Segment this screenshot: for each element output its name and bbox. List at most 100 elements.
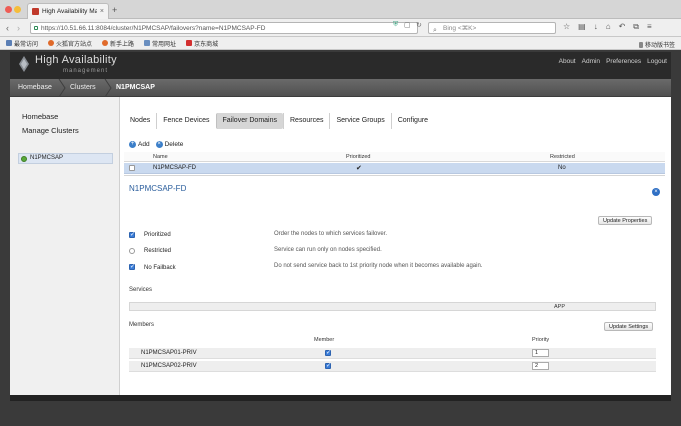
row-select-checkbox[interactable]	[129, 165, 135, 171]
member-row: N1PMCSAP01-PRIV 1	[129, 348, 656, 359]
cluster-tabs: Nodes Fence Devices Failover Domains Res…	[124, 113, 434, 129]
delete-icon: ×	[155, 141, 163, 148]
members-header: Member Priority	[129, 337, 656, 345]
column-header-name[interactable]: Name	[153, 154, 168, 160]
new-tab-icon[interactable]: +	[112, 5, 117, 15]
top-nav: About Admin Preferences Logout	[559, 58, 667, 65]
member-checkbox[interactable]	[325, 349, 331, 356]
search-icon: ⌕	[433, 27, 437, 34]
bookmark-item[interactable]: 新手上路	[102, 39, 134, 48]
update-properties-button[interactable]: Update Properties	[598, 216, 653, 225]
tab-fence-devices[interactable]: Fence Devices	[156, 113, 215, 129]
brand-title: High Availability	[35, 54, 117, 66]
home-icon[interactable]: ⌂	[606, 22, 611, 32]
update-settings-button[interactable]: Update Settings	[604, 322, 654, 331]
service-item[interactable]: APP	[554, 303, 565, 311]
browser-nav-bar: ‹ › https://10.51.66.11:8084/cluster/N1P…	[0, 19, 681, 37]
services-label: Services	[129, 287, 153, 293]
row-name: N1PMCSAP-FD	[153, 165, 197, 171]
tab-resources[interactable]: Resources	[283, 113, 329, 129]
bookmark-item[interactable]: 火狐官方站点	[48, 39, 92, 48]
add-button[interactable]: + Add	[129, 141, 150, 148]
favicon-icon	[32, 8, 39, 15]
tab-service-groups[interactable]: Service Groups	[329, 113, 390, 129]
column-header-member: Member	[314, 337, 335, 343]
member-row: N1PMCSAP02-PRIV 2	[129, 361, 656, 372]
clipboard-icon[interactable]: ▤	[578, 22, 586, 32]
main-panel: Nodes Fence Devices Failover Domains Res…	[120, 97, 671, 395]
nav-logout-link[interactable]: Logout	[647, 58, 667, 65]
sidebar-cluster-label: N1PMCSAP	[30, 155, 64, 161]
brand-subtitle: management	[63, 68, 109, 74]
breadcrumb-separator-icon	[58, 79, 66, 97]
column-header-prioritized[interactable]: Prioritized	[346, 154, 370, 160]
breadcrumb: Homebase Clusters N1PMCSAP	[10, 79, 671, 97]
add-icon: +	[129, 141, 136, 148]
detail-title: N1PMCSAP-FD	[129, 184, 187, 193]
sidebar-cluster-item[interactable]: N1PMCSAP	[18, 153, 113, 164]
shield-icon[interactable]: ⛨	[393, 21, 398, 29]
table-row[interactable]: N1PMCSAP-FD ✔ No	[124, 163, 665, 174]
no-failback-description: Do not send service back to 1st priority…	[274, 263, 483, 269]
app-header: High Availability management About Admin…	[10, 52, 671, 79]
delete-button[interactable]: × Delete	[155, 141, 183, 148]
download-icon[interactable]: ↓	[594, 22, 598, 32]
tab-failover-domains[interactable]: Failover Domains	[215, 113, 283, 129]
services-list: APP	[129, 302, 656, 311]
members-label: Members	[129, 322, 155, 328]
nav-preferences-link[interactable]: Preferences	[606, 58, 641, 65]
restricted-checkbox[interactable]	[129, 248, 135, 254]
reload-icon[interactable]: ↻	[416, 21, 422, 29]
domain-detail-panel: N1PMCSAP-FD × Update Properties Prioriti…	[124, 175, 665, 391]
url-text: https://10.51.66.11:8084/cluster/N1PMCSA…	[41, 25, 266, 32]
priority-input[interactable]: 2	[532, 362, 549, 370]
url-bar[interactable]: https://10.51.66.11:8084/cluster/N1PMCSA…	[30, 22, 418, 34]
extension-icon[interactable]: ⧉	[633, 22, 639, 32]
member-checkbox[interactable]	[325, 362, 331, 369]
app-logo-icon	[19, 56, 29, 72]
minimize-window-icon[interactable]	[14, 6, 21, 13]
tab-nodes[interactable]: Nodes	[124, 113, 156, 129]
back-icon[interactable]: ‹	[6, 22, 9, 34]
breadcrumb-clusters[interactable]: Clusters	[70, 79, 96, 97]
column-header-restricted[interactable]: Restricted	[550, 154, 575, 160]
restricted-label: Restricted	[144, 248, 172, 254]
mobile-bookmarks[interactable]: 移动版书签	[638, 40, 675, 49]
no-failback-checkbox[interactable]	[129, 263, 135, 270]
sidebar-item-homebase[interactable]: Homebase	[22, 112, 58, 121]
column-header-priority: Priority	[532, 337, 550, 343]
close-window-icon[interactable]	[5, 6, 12, 13]
search-input[interactable]: ⌕ Bing <⌘K>	[428, 22, 556, 34]
restricted-description: Service can run only on nodes specified.	[274, 247, 382, 253]
lock-icon	[34, 26, 38, 30]
bookmark-folder-icon	[6, 40, 12, 46]
prioritized-checkbox[interactable]	[129, 231, 135, 238]
bookmark-item[interactable]: 常用网址	[144, 39, 176, 48]
menu-icon[interactable]: ≡	[647, 22, 652, 32]
forward-icon[interactable]: ›	[17, 22, 20, 34]
table-actions: + Add × Delete	[129, 141, 183, 148]
tab-configure[interactable]: Configure	[390, 113, 434, 129]
history-icon[interactable]: ↶	[619, 22, 626, 32]
nav-about-link[interactable]: About	[559, 58, 576, 65]
bookmark-item[interactable]: 京东商城	[186, 39, 218, 48]
bookmark-folder-icon	[144, 40, 151, 46]
reader-icon[interactable]: ▢	[404, 21, 411, 29]
star-icon[interactable]: ☆	[563, 22, 570, 32]
browser-tab[interactable]: High Availability Managem... ×	[27, 3, 109, 19]
breadcrumb-homebase[interactable]: Homebase	[18, 79, 52, 97]
member-name: N1PMCSAP02-PRIV	[141, 363, 197, 369]
close-tab-icon[interactable]: ×	[100, 8, 104, 15]
nav-admin-link[interactable]: Admin	[582, 58, 600, 65]
app-footer	[10, 395, 671, 401]
priority-input[interactable]: 1	[532, 349, 549, 357]
sidebar: Homebase Manage Clusters N1PMCSAP	[10, 97, 120, 395]
breadcrumb-current: N1PMCSAP	[116, 84, 155, 91]
sidebar-item-manage-clusters[interactable]: Manage Clusters	[22, 126, 79, 135]
no-failback-label: No Failback	[144, 265, 176, 271]
bookmark-item[interactable]: 最常访问	[6, 39, 38, 48]
close-detail-icon[interactable]: ×	[652, 188, 660, 196]
bookmarks-bar: 最常访问 火狐官方站点 新手上路 常用网址 京东商城 移动版书签	[0, 37, 681, 50]
browser-toolbar-icons: ☆ ▤ ↓ ⌂ ↶ ⧉ ≡	[563, 22, 652, 32]
cluster-status-icon	[21, 156, 27, 162]
